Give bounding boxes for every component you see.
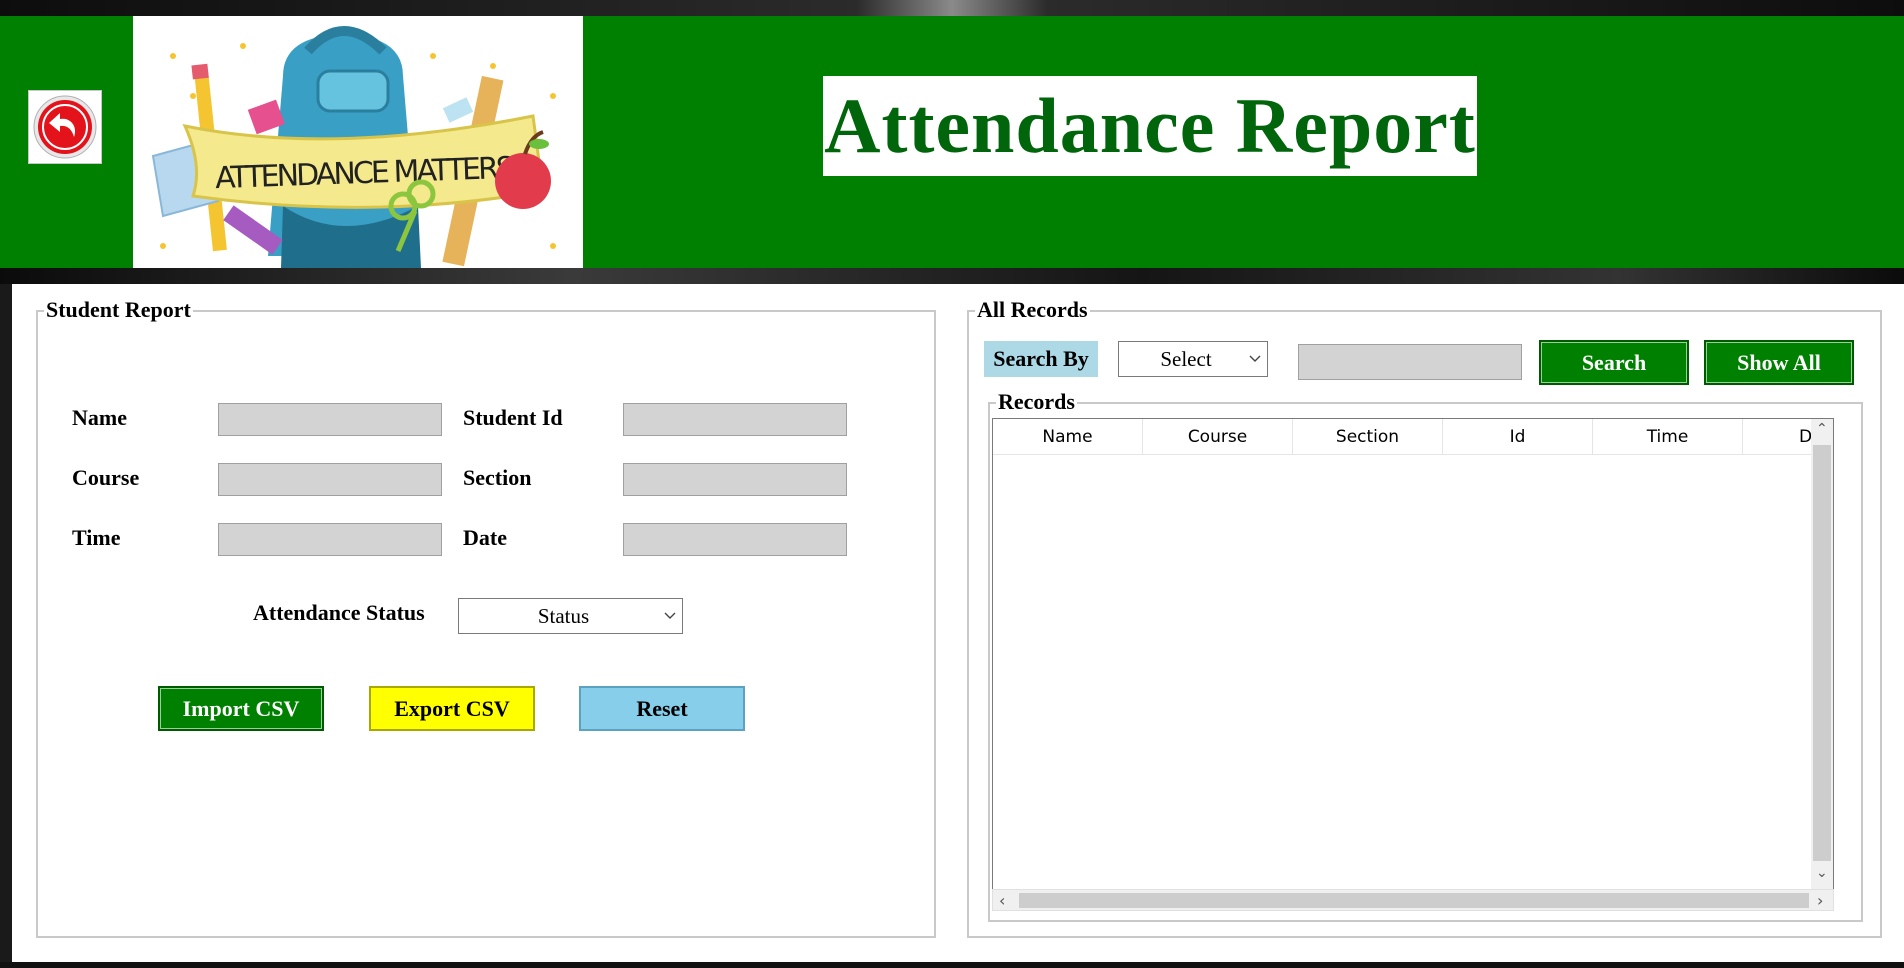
attendance-status-label: Attendance Status — [253, 600, 425, 625]
horizontal-scrollbar[interactable]: ‹ › — [992, 889, 1834, 911]
time-input[interactable] — [218, 523, 442, 556]
chevron-down-icon — [1243, 355, 1267, 363]
scroll-right-icon[interactable]: › — [1817, 891, 1823, 910]
vertical-scroll-thumb[interactable] — [1813, 445, 1831, 861]
column-header-course[interactable]: Course — [1143, 419, 1293, 454]
main-panel: Student Report Name Student Id Course Se… — [12, 284, 1904, 962]
attendance-matters-logo: ATTENDANCE MATTERS — [133, 16, 583, 268]
page-title-box: Attendance Report — [823, 76, 1477, 176]
name-input[interactable] — [218, 403, 442, 436]
name-label: Name — [72, 405, 127, 430]
import-csv-button[interactable]: Import CSV — [158, 686, 324, 731]
search-by-label: Search By — [984, 341, 1098, 377]
attendance-status-value: Status — [537, 603, 590, 628]
search-by-select[interactable]: Select — [1118, 341, 1268, 377]
section-input[interactable] — [623, 463, 847, 496]
all-records-title: All Records — [975, 297, 1090, 323]
table-header: Name Course Section Id Time Date — [993, 419, 1833, 455]
scroll-down-icon[interactable]: ⌄ — [1816, 865, 1828, 881]
column-header-time[interactable]: Time — [1593, 419, 1743, 454]
header-bar: ATTENDANCE MATTERS Attendance Report — [0, 16, 1904, 268]
chevron-down-icon — [658, 612, 682, 620]
attendance-status-select[interactable]: Status — [458, 598, 683, 634]
page-title: Attendance Report — [824, 82, 1476, 169]
course-input[interactable] — [218, 463, 442, 496]
show-all-button[interactable]: Show All — [1704, 340, 1854, 385]
course-label: Course — [72, 465, 140, 490]
records-title: Records — [996, 389, 1077, 415]
vertical-scrollbar[interactable]: ⌃ ⌄ — [1811, 419, 1833, 889]
student-id-input[interactable] — [623, 403, 847, 436]
search-input[interactable] — [1298, 344, 1522, 380]
time-label: Time — [72, 525, 121, 550]
column-header-id[interactable]: Id — [1443, 419, 1593, 454]
date-input[interactable] — [623, 523, 847, 556]
student-report-title: Student Report — [44, 297, 193, 323]
window-top-border — [0, 0, 1904, 16]
back-button[interactable] — [28, 90, 102, 164]
section-label: Section — [463, 465, 532, 490]
search-button[interactable]: Search — [1539, 340, 1689, 385]
back-arrow-icon — [33, 95, 97, 159]
header-separator — [0, 268, 1904, 284]
scroll-left-icon[interactable]: ‹ — [999, 891, 1005, 910]
scroll-up-icon[interactable]: ⌃ — [1816, 421, 1828, 437]
column-header-section[interactable]: Section — [1293, 419, 1443, 454]
horizontal-scroll-thumb[interactable] — [1019, 893, 1809, 908]
records-table[interactable]: Name Course Section Id Time Date ⌃ ⌄ — [992, 418, 1834, 890]
search-by-value: Select — [1160, 346, 1212, 371]
column-header-name[interactable]: Name — [993, 419, 1143, 454]
date-label: Date — [463, 525, 507, 550]
export-csv-button[interactable]: Export CSV — [369, 686, 535, 731]
window-bottom-border — [0, 962, 1904, 968]
student-id-label: Student Id — [463, 405, 563, 430]
reset-button[interactable]: Reset — [579, 686, 745, 731]
